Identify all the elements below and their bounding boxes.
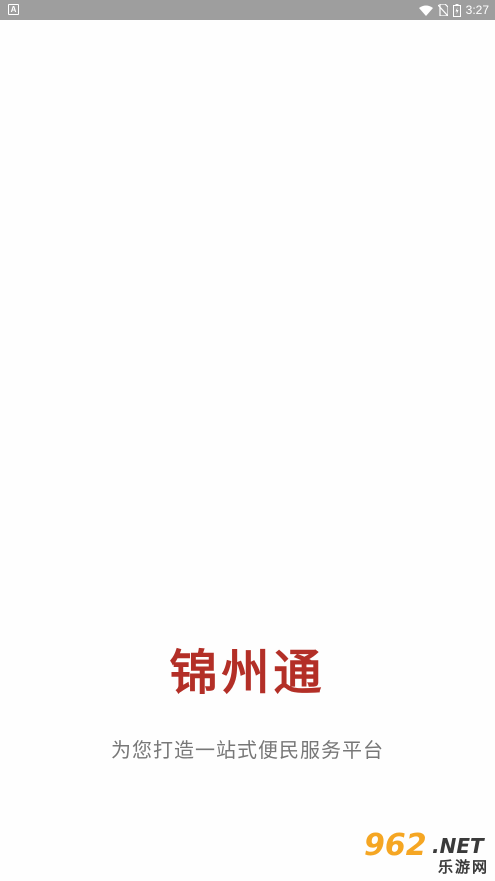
notification-icon: A: [8, 4, 19, 15]
watermark-number: 962: [364, 828, 427, 863]
app-slogan: 为您打造一站式便民服务平台: [111, 738, 384, 762]
status-left: A: [8, 4, 19, 15]
no-sim-icon: [437, 4, 448, 16]
app-title: 锦州通: [169, 645, 326, 701]
wifi-icon: [418, 5, 433, 16]
watermark-name: 乐游网: [437, 858, 489, 876]
status-right: 3:27: [418, 0, 489, 20]
battery-charging-icon: [452, 3, 461, 17]
status-bar: A 3:27: [0, 0, 495, 20]
status-clock: 3:27: [465, 3, 489, 17]
watermark-logo: 962 .NET 乐游网: [358, 829, 491, 877]
